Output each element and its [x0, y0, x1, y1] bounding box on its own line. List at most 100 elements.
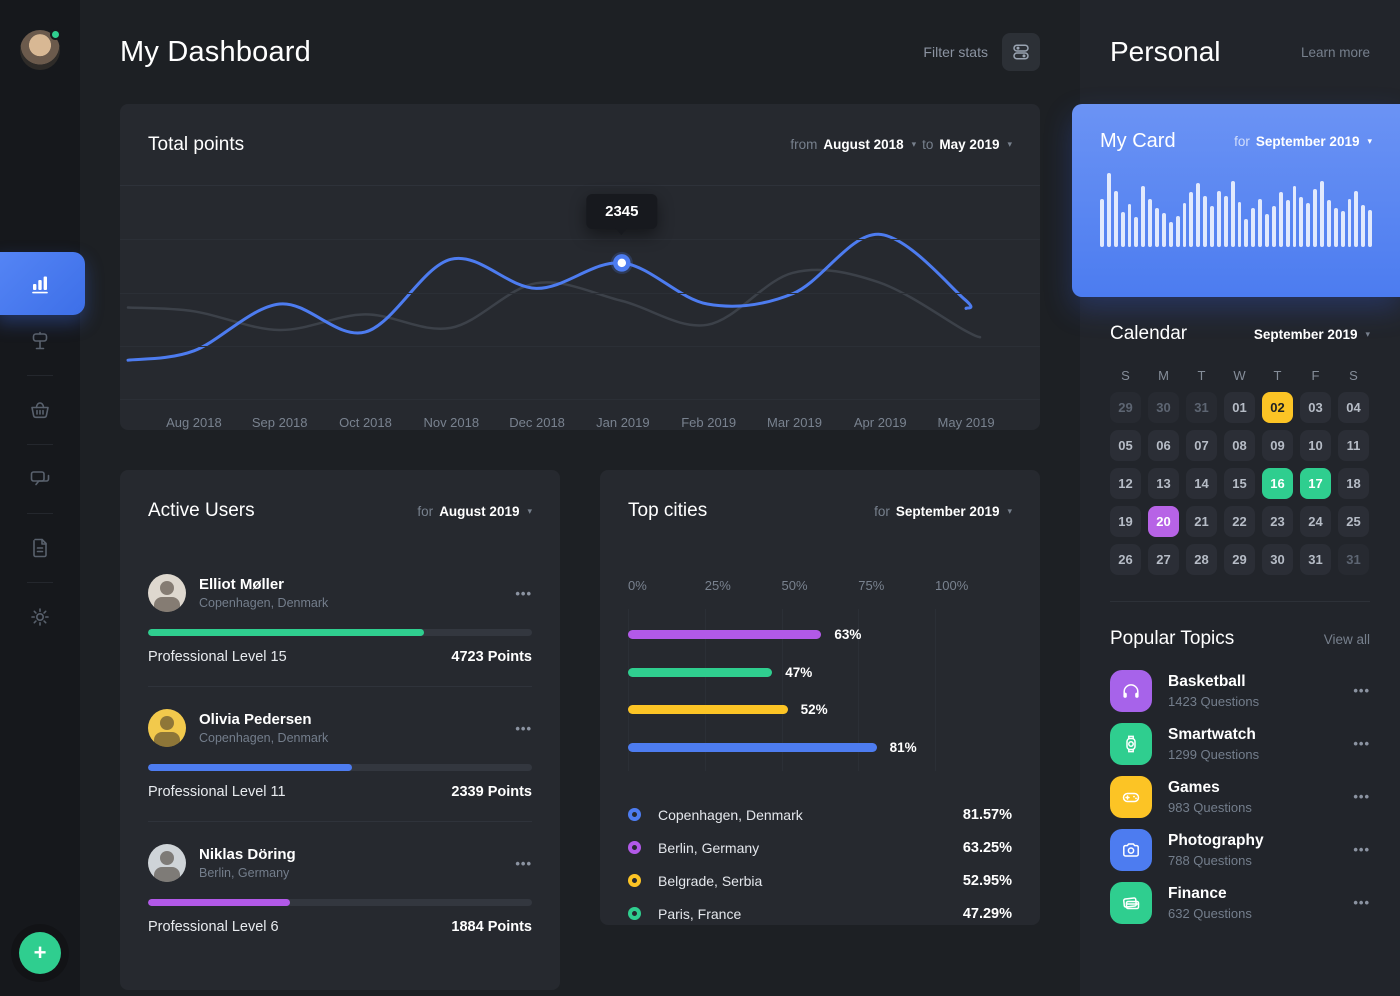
calendar-cell[interactable]: 14 [1186, 468, 1217, 499]
topic-row-basketball[interactable]: Basketball 1423 Questions ••• [1110, 664, 1370, 717]
topic-row-photography[interactable]: Photography 788 Questions ••• [1110, 823, 1370, 876]
sidebar-item-messages[interactable] [0, 453, 80, 505]
bar-value-label: 47% [785, 665, 812, 680]
calendar-day-header: S [1110, 365, 1141, 385]
calendar-cell[interactable]: 22 [1224, 506, 1255, 537]
calendar-cell[interactable]: 19 [1110, 506, 1141, 537]
calendar-cell[interactable]: 23 [1262, 506, 1293, 537]
calendar-cell[interactable]: 30 [1148, 392, 1179, 423]
gear-icon [28, 605, 52, 629]
user-photo [148, 844, 186, 882]
calendar-cell[interactable]: 26 [1110, 544, 1141, 575]
view-all-link[interactable]: View all [1324, 632, 1370, 647]
user-row: Olivia Pedersen Copenhagen, Denmark ••• … [120, 709, 560, 822]
spark-bar [1134, 217, 1138, 247]
more-icon[interactable]: ••• [515, 721, 532, 736]
calendar-cell[interactable]: 07 [1186, 430, 1217, 461]
calendar-cell[interactable]: 28 [1186, 544, 1217, 575]
calendar-cell[interactable]: 03 [1300, 392, 1331, 423]
sidebar-item-shop[interactable] [0, 384, 80, 436]
total-points-title: Total points [148, 134, 244, 156]
calendar-period-picker[interactable]: September 2019 ▾ [1254, 327, 1370, 342]
calendar-cell[interactable]: 31 [1186, 392, 1217, 423]
calendar-cell[interactable]: 09 [1262, 430, 1293, 461]
calendar-cell[interactable]: 04 [1338, 392, 1369, 423]
sidebar-item-documents[interactable] [0, 522, 80, 574]
calendar-cell[interactable]: 25 [1338, 506, 1369, 537]
top-cities-period-picker[interactable]: for September 2019 ▾ [874, 504, 1012, 519]
more-icon[interactable]: ••• [515, 856, 532, 871]
calendar-cell[interactable]: 31 [1338, 544, 1369, 575]
to-date-picker[interactable]: May 2019 ▾ [939, 137, 1012, 152]
calendar-cell[interactable]: 11 [1338, 430, 1369, 461]
x-tick: Jan 2019 [580, 415, 666, 430]
spark-bar [1176, 216, 1180, 247]
legend-row: Belgrade, Serbia 52.95% [628, 864, 1012, 897]
calendar-cell[interactable]: 08 [1224, 430, 1255, 461]
my-card[interactable]: My Card for September 2019 ▾ [1072, 104, 1400, 297]
calendar-cell[interactable]: 17 [1300, 468, 1331, 499]
to-label: to [922, 137, 933, 152]
user-row: Niklas Döring Berlin, Germany ••• Profes… [120, 844, 560, 935]
finance-cards-icon [1121, 893, 1141, 913]
more-icon[interactable]: ••• [1353, 789, 1370, 804]
sidebar-item-settings[interactable] [0, 591, 80, 643]
calendar-cell[interactable]: 01 [1224, 392, 1255, 423]
main-content: My Dashboard Filter stats Total points [80, 0, 1080, 996]
filter-stats-button[interactable] [1002, 33, 1040, 71]
calendar-cell[interactable]: 24 [1300, 506, 1331, 537]
calendar-cell[interactable]: 02 [1262, 392, 1293, 423]
sidebar-item-guides[interactable] [0, 315, 80, 367]
calendar-cell[interactable]: 05 [1110, 430, 1141, 461]
active-users-period-picker[interactable]: for August 2019 ▾ [417, 504, 532, 519]
spark-bar [1189, 192, 1193, 247]
user-level: Professional Level 11 [148, 784, 286, 800]
calendar-cell[interactable]: 31 [1300, 544, 1331, 575]
legend-ring-icon [628, 841, 641, 854]
topic-row-games[interactable]: Games 983 Questions ••• [1110, 770, 1370, 823]
from-date-picker[interactable]: August 2018 ▾ [823, 137, 916, 152]
user-name: Elliot Møller [199, 576, 328, 593]
axis-tick-label: 25% [705, 578, 731, 593]
calendar-cell[interactable]: 06 [1148, 430, 1179, 461]
topic-row-smartwatch[interactable]: Smartwatch 1299 Questions ••• [1110, 717, 1370, 770]
learn-more-link[interactable]: Learn more [1301, 45, 1370, 60]
gridline [120, 239, 1040, 240]
user-level: Professional Level 15 [148, 649, 287, 665]
user-avatar[interactable] [20, 30, 60, 70]
more-icon[interactable]: ••• [1353, 895, 1370, 910]
add-button[interactable]: + [19, 932, 61, 974]
calendar-cell[interactable]: 30 [1262, 544, 1293, 575]
more-icon[interactable]: ••• [515, 586, 532, 601]
calendar-cell[interactable]: 18 [1338, 468, 1369, 499]
more-icon[interactable]: ••• [1353, 842, 1370, 857]
legend-row: Berlin, Germany 63.25% [628, 831, 1012, 864]
calendar-cell[interactable]: 16 [1262, 468, 1293, 499]
user-points: 4723 Points [451, 649, 532, 665]
calendar-cell[interactable]: 29 [1224, 544, 1255, 575]
more-icon[interactable]: ••• [1353, 683, 1370, 698]
spark-bar [1169, 222, 1173, 247]
spark-bar [1162, 213, 1166, 247]
calendar-cell[interactable]: 21 [1186, 506, 1217, 537]
topic-row-finance[interactable]: Finance 632 Questions ••• [1110, 876, 1370, 929]
nav-divider [27, 375, 53, 376]
user-name: Olivia Pedersen [199, 711, 328, 728]
calendar-cell[interactable]: 10 [1300, 430, 1331, 461]
calendar-cell[interactable]: 13 [1148, 468, 1179, 499]
spark-bar [1327, 200, 1331, 247]
calendar-cell[interactable]: 29 [1110, 392, 1141, 423]
x-tick: Aug 2018 [151, 415, 237, 430]
top-cities-header: Top cities for September 2019 ▾ [600, 470, 1040, 552]
calendar-cell[interactable]: 20 [1148, 506, 1179, 537]
calendar-cell[interactable]: 27 [1148, 544, 1179, 575]
calendar-cell[interactable]: 12 [1110, 468, 1141, 499]
calendar-cell[interactable]: 15 [1224, 468, 1255, 499]
spark-bar [1272, 206, 1276, 247]
personal-header: Personal Learn more [1080, 0, 1400, 104]
spark-bar [1217, 191, 1221, 247]
more-icon[interactable]: ••• [1353, 736, 1370, 751]
spark-bar [1258, 199, 1262, 247]
my-card-period-picker[interactable]: for September 2019 ▾ [1234, 134, 1372, 149]
sidebar-item-stats[interactable] [0, 252, 85, 315]
